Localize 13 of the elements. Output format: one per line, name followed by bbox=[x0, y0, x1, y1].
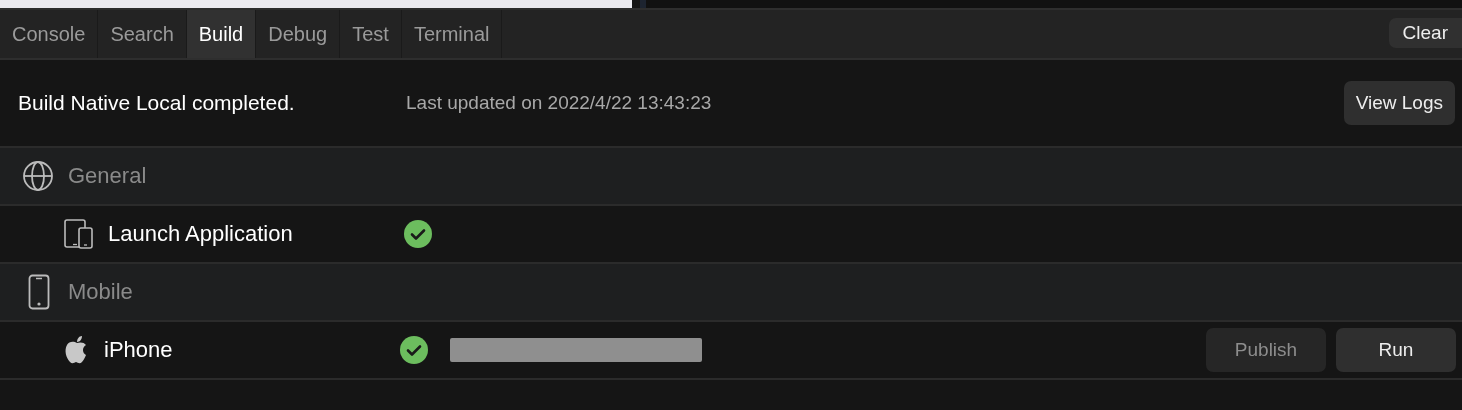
tab[interactable]: Build bbox=[186, 10, 257, 58]
phone-icon bbox=[28, 274, 50, 310]
clear-button[interactable]: Clear bbox=[1388, 18, 1462, 48]
build-status-message: Build Native Local completed. bbox=[18, 91, 296, 115]
group-label: Mobile bbox=[68, 279, 133, 305]
item-label: Launch Application bbox=[108, 221, 294, 247]
view-logs-button[interactable]: View Logs bbox=[1343, 81, 1455, 125]
group-label: General bbox=[68, 163, 147, 189]
last-updated-text: Last updated on 2022/4/22 13:43:23 bbox=[406, 92, 713, 114]
item-label: iPhone bbox=[104, 337, 174, 363]
devices-icon bbox=[64, 219, 94, 249]
run-button[interactable]: Run bbox=[1336, 328, 1456, 372]
globe-icon bbox=[22, 160, 54, 192]
